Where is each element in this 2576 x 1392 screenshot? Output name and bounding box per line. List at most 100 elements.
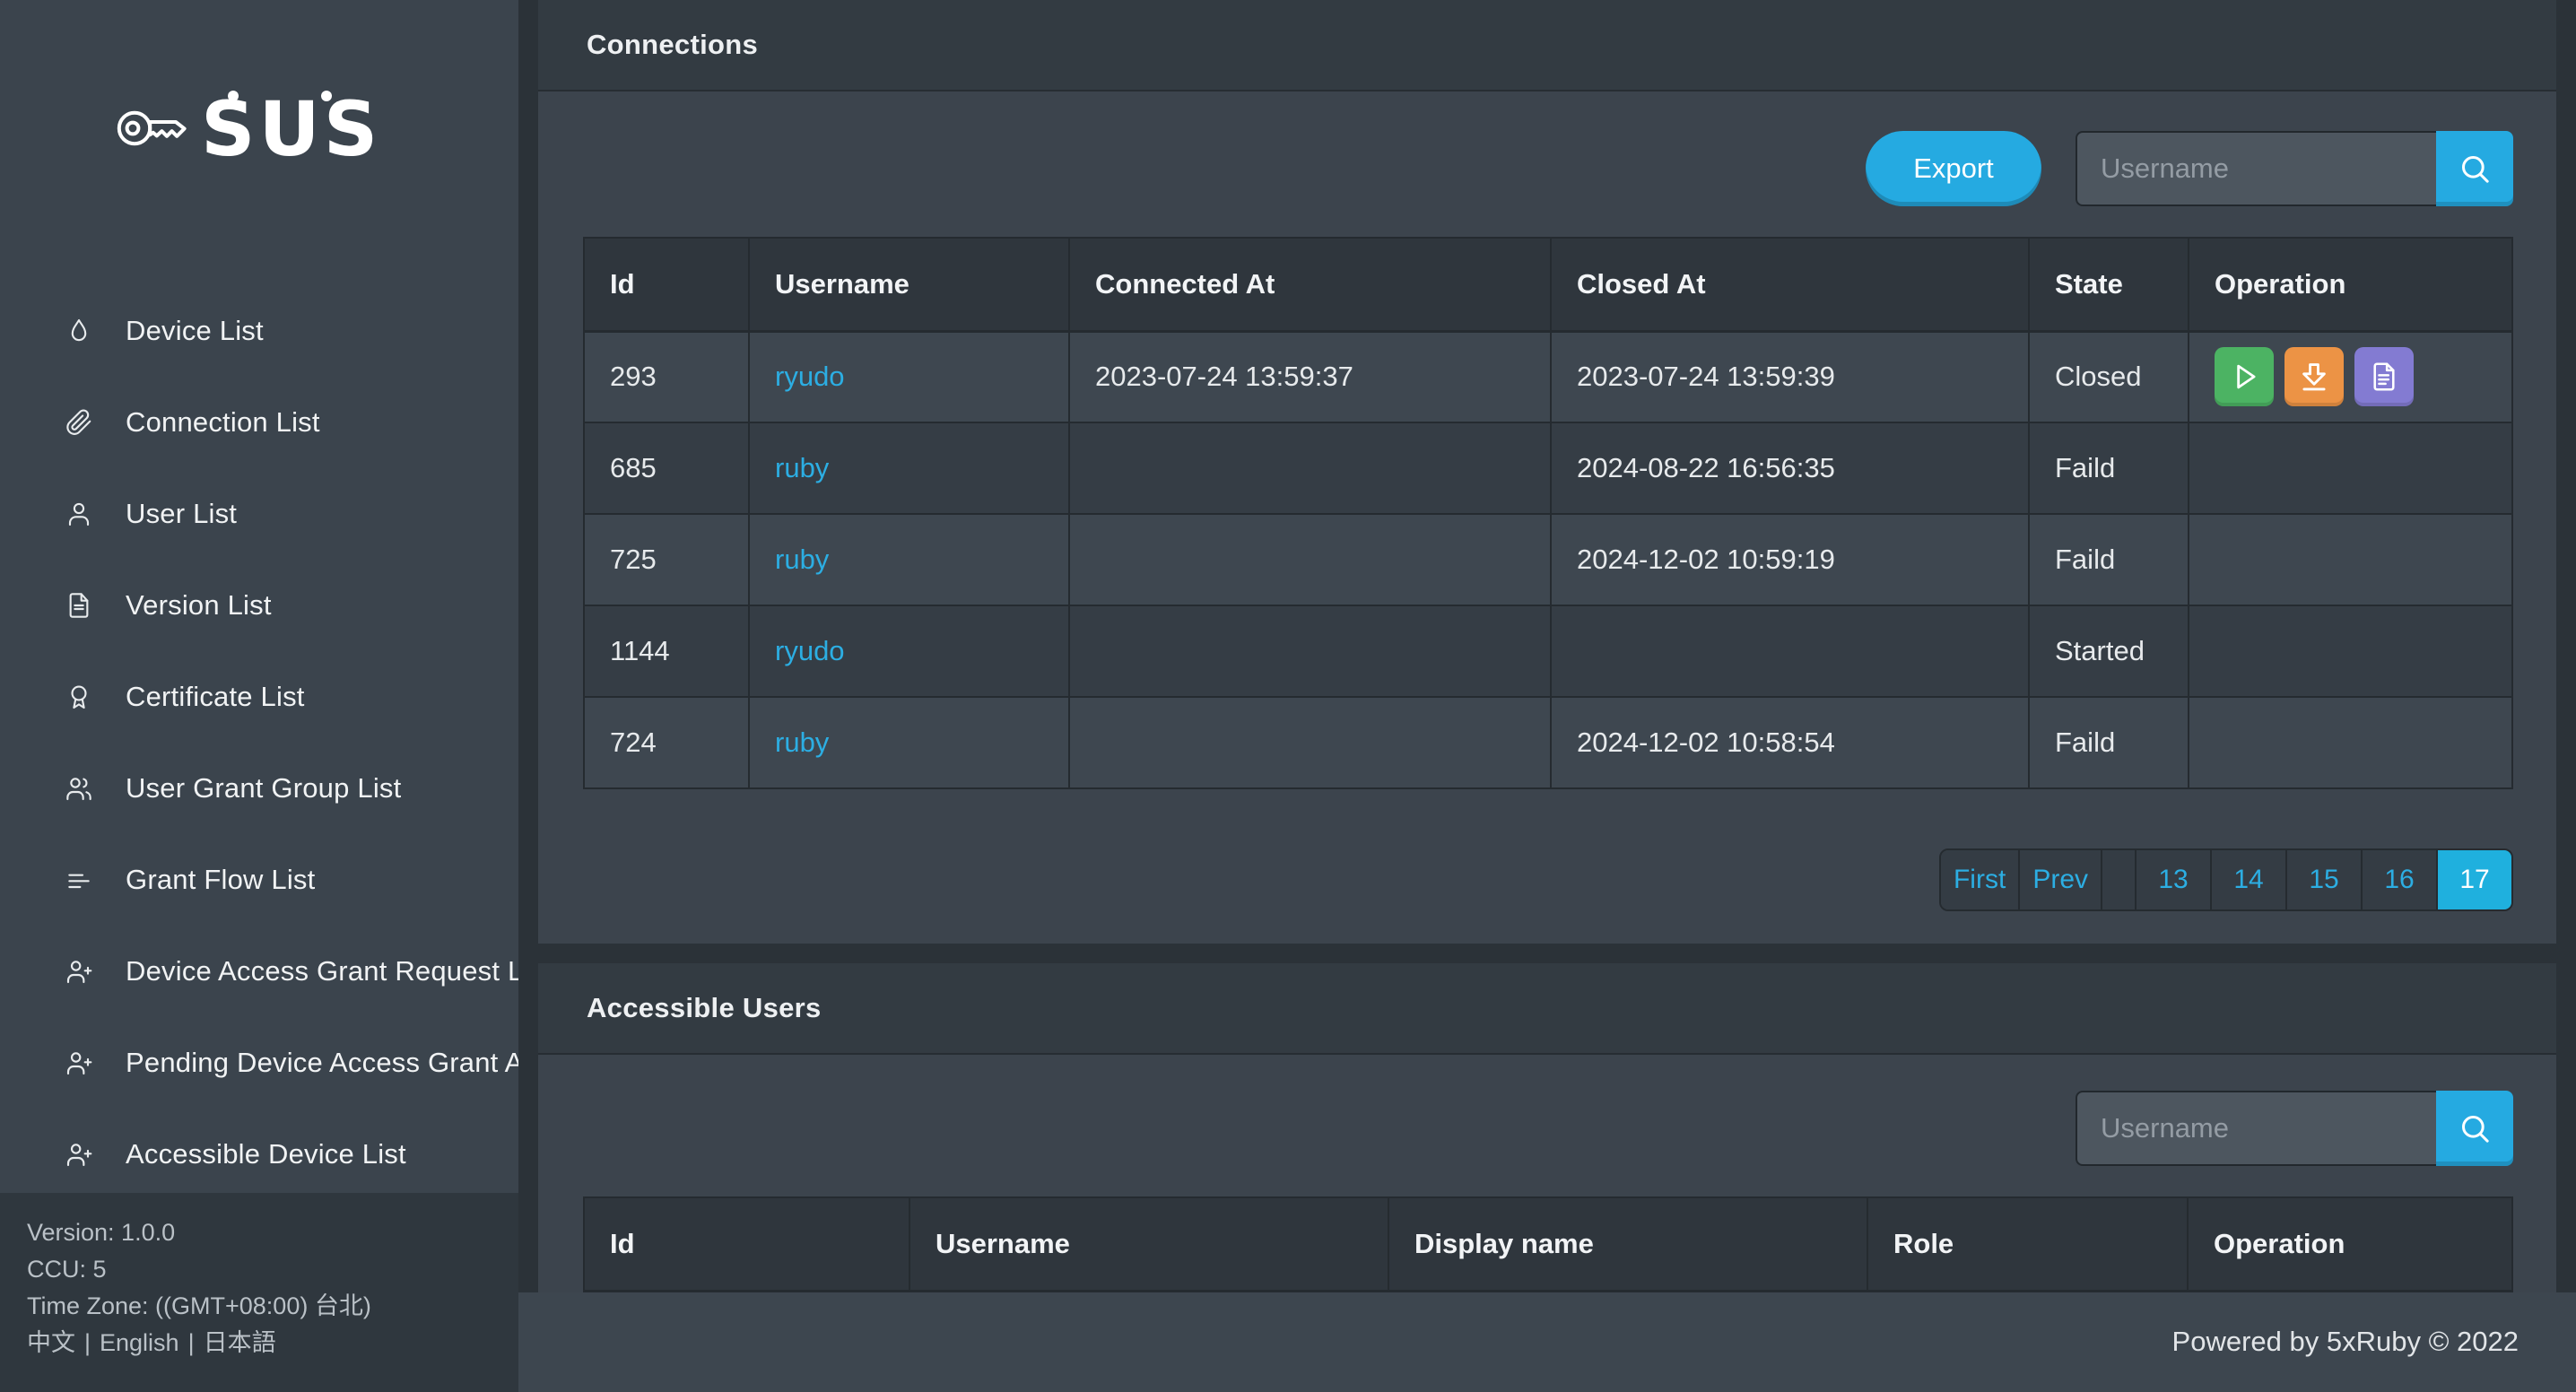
accessible-users-header: Accessible Users [538, 963, 2556, 1055]
username-search-input[interactable] [2076, 131, 2436, 206]
cell-id: 293 [584, 331, 749, 422]
search-button[interactable] [2436, 131, 2513, 206]
play-button[interactable] [2215, 347, 2274, 406]
accessible-users-search [2076, 1091, 2513, 1166]
user-plus-icon [65, 1140, 93, 1169]
page-first[interactable]: First [1941, 850, 2018, 909]
pagination-wrap: FirstPrev 1314151617 [583, 848, 2513, 911]
sidebar-item-device-access-grant-request-l[interactable]: Device Access Grant Request L [0, 926, 518, 1017]
accessible-users-title: Accessible Users [587, 992, 822, 1024]
sidebar-item-grant-flow-list[interactable]: Grant Flow List [0, 834, 518, 926]
user-group-icon [65, 774, 93, 803]
content: Connections Export Id [538, 0, 2556, 1292]
username-link[interactable]: ryudo [775, 635, 845, 666]
file-icon [2367, 360, 2401, 394]
sidebar-item-label: Pending Device Access Grant A [126, 1047, 518, 1079]
language-link-2[interactable]: 日本語 [204, 1329, 276, 1356]
connections-toolbar: Export [583, 131, 2513, 206]
cell-operation [2189, 422, 2512, 514]
sidebar-item-pending-device-access-grant-a[interactable]: Pending Device Access Grant A [0, 1017, 518, 1109]
cell-id: 685 [584, 422, 749, 514]
app-logo: SUSI [115, 77, 518, 176]
sidebar-info: Version: 1.0.0 CCU: 5 Time Zone: ((GMT+0… [0, 1193, 518, 1392]
username-link[interactable]: ruby [775, 726, 829, 758]
page-16[interactable]: 16 [2361, 850, 2436, 909]
cell-operation [2189, 605, 2512, 697]
language-link-1[interactable]: English [100, 1329, 179, 1356]
sidebar: SUSI Device List Connection List User List… [0, 0, 518, 1392]
page-15[interactable]: 15 [2285, 850, 2361, 909]
cell-connected-at [1069, 697, 1551, 788]
connections-title: Connections [587, 29, 758, 61]
sidebar-item-user-list[interactable]: User List [0, 468, 518, 560]
cell-closed-at: 2024-08-22 16:56:35 [1551, 422, 2029, 514]
connections-header: Connections [538, 0, 2556, 91]
sidebar-item-certificate-list[interactable]: Certificate List [0, 651, 518, 743]
user-plus-icon [65, 957, 93, 986]
column-header-state: State [2029, 238, 2189, 331]
username-link[interactable]: ruby [775, 544, 829, 575]
language-link-0[interactable]: 中文 [27, 1329, 75, 1356]
table-row: 1144ryudoStarted [584, 605, 2512, 697]
language-switcher: 中文|English|日本語 [27, 1325, 518, 1362]
cell-id: 1144 [584, 605, 749, 697]
powered-by-text: Powered by 5xRuby © 2022 [2172, 1326, 2519, 1358]
sidebar-item-label: Connection List [126, 406, 320, 439]
table-header-row: IdUsernameConnected AtClosed AtStateOper… [584, 238, 2512, 331]
key-logo-icon: SUSI [115, 83, 384, 170]
page-ellipsis[interactable] [2101, 850, 2135, 909]
username-link[interactable]: ruby [775, 452, 829, 483]
sidebar-item-label: Accessible Device List [126, 1138, 406, 1170]
column-header-operation: Operation [2189, 238, 2512, 331]
ccu-text: CCU: 5 [27, 1251, 518, 1288]
page-17[interactable]: 17 [2436, 850, 2511, 909]
page-13[interactable]: 13 [2135, 850, 2210, 909]
cell-closed-at: 2024-12-02 10:59:19 [1551, 514, 2029, 605]
sidebar-item-label: Certificate List [126, 681, 305, 713]
cell-connected-at [1069, 514, 1551, 605]
export-button[interactable]: Export [1866, 131, 2041, 206]
language-separator: | [179, 1329, 204, 1356]
log-file-button[interactable] [2354, 347, 2414, 406]
cell-username: ruby [749, 514, 1069, 605]
download-icon [2297, 360, 2331, 394]
sidebar-item-label: User Grant Group List [126, 772, 401, 805]
sidebar-item-label: Device Access Grant Request L [126, 955, 518, 987]
droplet-icon [65, 317, 93, 345]
cell-state: Faild [2029, 514, 2189, 605]
user-icon [65, 500, 93, 528]
cell-closed-at: 2023-07-24 13:59:39 [1551, 331, 2029, 422]
operation-buttons [2215, 347, 2511, 406]
sidebar-item-user-grant-group-list[interactable]: User Grant Group List [0, 743, 518, 834]
cell-closed-at: 2024-12-02 10:58:54 [1551, 697, 2029, 788]
page-14[interactable]: 14 [2210, 850, 2285, 909]
username-search-input-2[interactable] [2076, 1091, 2436, 1166]
cell-id: 725 [584, 514, 749, 605]
page-footer: Powered by 5xRuby © 2022 [518, 1292, 2576, 1392]
sidebar-item-label: Version List [126, 589, 272, 622]
cell-operation [2189, 514, 2512, 605]
connections-table: IdUsernameConnected AtClosed AtStateOper… [583, 237, 2513, 789]
search-icon [2457, 151, 2493, 187]
page-prev[interactable]: Prev [2018, 850, 2101, 909]
table-row: 685 ruby 2024-08-22 16:56:35Faild [584, 422, 2512, 514]
sidebar-item-version-list[interactable]: Version List [0, 560, 518, 651]
sidebar-nav: Device List Connection List User List Versi… [0, 285, 518, 1200]
download-button[interactable] [2284, 347, 2344, 406]
username-link[interactable]: ryudo [775, 361, 845, 392]
sidebar-item-device-list[interactable]: Device List [0, 285, 518, 377]
search-icon [2457, 1110, 2493, 1146]
cell-connected-at: 2023-07-24 13:59:37 [1069, 331, 1551, 422]
sidebar-item-accessible-device-list[interactable]: Accessible Device List [0, 1109, 518, 1200]
user-plus-icon [65, 1048, 93, 1077]
timezone-text: Time Zone: ((GMT+08:00) 台北) [27, 1288, 518, 1325]
certificate-icon [65, 683, 93, 711]
search-button-2[interactable] [2436, 1091, 2513, 1166]
column-header-operation: Operation [2188, 1197, 2512, 1291]
accessible-users-table: IdUsernameDisplay nameRoleOperation [583, 1196, 2513, 1292]
cell-connected-at [1069, 605, 1551, 697]
sidebar-item-connection-list[interactable]: Connection List [0, 377, 518, 468]
sidebar-item-label: Device List [126, 315, 264, 347]
cell-closed-at [1551, 605, 2029, 697]
cell-state: Faild [2029, 422, 2189, 514]
